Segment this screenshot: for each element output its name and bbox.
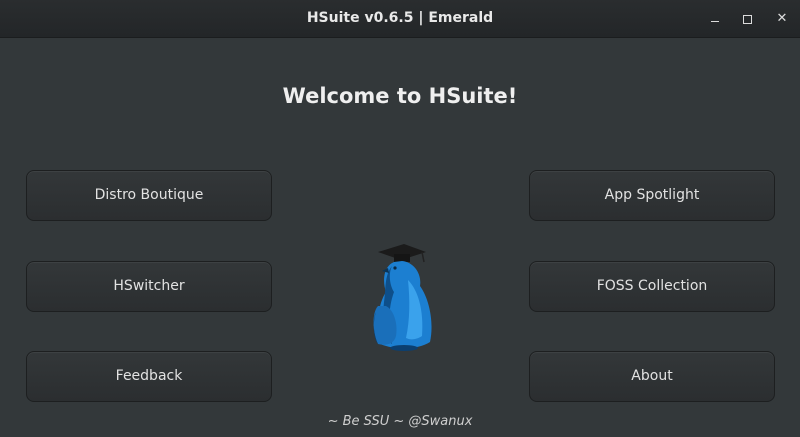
window-title: HSuite v0.6.5 | Emerald bbox=[306, 10, 494, 26]
feedback-button[interactable]: Feedback bbox=[26, 351, 272, 402]
close-icon[interactable]: ✕ bbox=[772, 9, 792, 29]
title-bar[interactable]: HSuite v0.6.5 | Emerald ✕ bbox=[0, 0, 800, 38]
penguin-mascot-icon bbox=[373, 244, 432, 351]
distro-boutique-button[interactable]: Distro Boutique bbox=[26, 170, 272, 221]
welcome-heading: Welcome to HSuite! bbox=[282, 84, 518, 108]
maximize-icon[interactable] bbox=[737, 9, 757, 29]
app-window: HSuite v0.6.5 | Emerald ✕ Welcome to HSu… bbox=[0, 0, 800, 437]
app-spotlight-button[interactable]: App Spotlight bbox=[529, 170, 775, 221]
hswitcher-button[interactable]: HSwitcher bbox=[26, 261, 272, 312]
footer-text: ~ Be SSU ~ @Swanux bbox=[327, 414, 473, 429]
foss-collection-button[interactable]: FOSS Collection bbox=[529, 261, 775, 312]
about-button[interactable]: About bbox=[529, 351, 775, 402]
minimize-icon[interactable] bbox=[705, 9, 725, 29]
